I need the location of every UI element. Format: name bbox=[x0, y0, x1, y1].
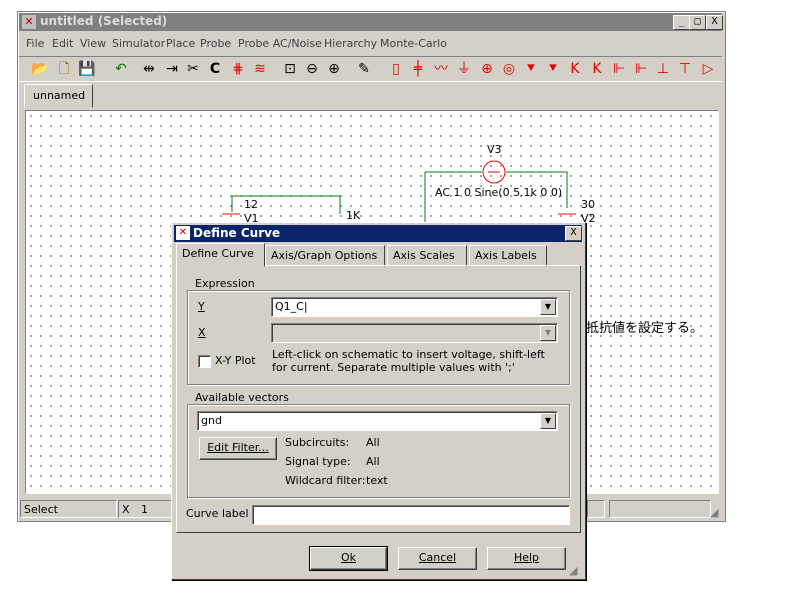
capacitor-icon[interactable]: ╪ bbox=[408, 59, 428, 79]
njfet-icon[interactable]: ⊥ bbox=[653, 59, 673, 79]
toolbar: 📂 🗋 💾 ↶ ⇹ ⇥ ✂ C ⋕ ≋ ⊡ ⊖ ⊕ ✎ ▯ ╪ 〰 ⏚ ⊕ ◎ … bbox=[19, 56, 722, 82]
zener-icon[interactable]: ⯆ bbox=[543, 59, 563, 79]
tab-define-curve[interactable]: Define Curve bbox=[176, 243, 265, 267]
undo-icon[interactable]: ↶ bbox=[111, 59, 131, 79]
dialog-close-button[interactable]: X bbox=[565, 226, 582, 241]
help-button[interactable]: Help bbox=[487, 547, 566, 570]
dialog-title-bar[interactable]: ✕ Define Curve X bbox=[174, 225, 582, 242]
cut-icon[interactable]: ✂ bbox=[183, 59, 203, 79]
resistor-1k-label: 1K bbox=[346, 209, 361, 222]
diode-icon[interactable]: ⯆ bbox=[521, 59, 541, 79]
signal-type-value: All bbox=[366, 455, 380, 468]
close-button[interactable]: X bbox=[706, 15, 723, 30]
edit-filter-button[interactable]: Edit Filter... bbox=[199, 437, 277, 460]
subcircuits-value: All bbox=[366, 436, 380, 449]
wildcard-filter-value: text bbox=[366, 474, 388, 487]
pencil-icon[interactable]: ✎ bbox=[354, 59, 374, 79]
nmos-icon[interactable]: ⊩ bbox=[609, 59, 629, 79]
y-expression-value: Q1_C| bbox=[275, 300, 308, 313]
subcircuits-label: Subcircuits: bbox=[285, 436, 350, 449]
x-label: X bbox=[198, 326, 206, 339]
mirror-icon[interactable]: ⇹ bbox=[139, 59, 159, 79]
menu-bar: File Edit View Simulator Place Probe Pro… bbox=[19, 34, 722, 54]
inductor-icon[interactable]: 〰 bbox=[431, 59, 451, 79]
menu-monte-carlo[interactable]: Monte-Carlo bbox=[380, 37, 447, 50]
status-mode: Select bbox=[20, 500, 117, 518]
pmos-icon[interactable]: ⊩ bbox=[631, 59, 651, 79]
vectors-group-label: Available vectors bbox=[193, 391, 291, 404]
cancel-button[interactable]: Cancel bbox=[398, 547, 477, 570]
wire-icon[interactable]: ⋕ bbox=[228, 59, 248, 79]
minimize-button[interactable]: _ bbox=[673, 15, 690, 30]
pjfet-icon[interactable]: ⊤ bbox=[675, 59, 695, 79]
vectors-selected: gnd bbox=[201, 414, 222, 427]
xy-plot-checkbox[interactable] bbox=[198, 355, 211, 368]
wildcard-filter-label: Wildcard filter: bbox=[285, 474, 366, 487]
main-resize-grip-icon[interactable]: ◢ bbox=[710, 506, 718, 519]
menu-probe-ac-noise[interactable]: Probe AC/Noise bbox=[238, 37, 322, 50]
y-label: Y bbox=[198, 300, 205, 313]
curve-label-input[interactable] bbox=[252, 505, 570, 525]
zoom-in-icon[interactable]: ⊕ bbox=[324, 59, 344, 79]
annotation-text: 抵抗値を設定する。 bbox=[586, 321, 704, 336]
xy-plot-label[interactable]: X-Y Plot bbox=[215, 354, 256, 367]
vectors-combo[interactable]: gnd ▼ bbox=[197, 411, 558, 431]
tab-axis-graph-options[interactable]: Axis/Graph Options bbox=[265, 245, 385, 267]
v3-value: AC 1 0 Sine(0 5.1k 0 0) bbox=[435, 186, 563, 199]
chevron-down-icon[interactable]: ▼ bbox=[540, 325, 556, 341]
signal-type-label: Signal type: bbox=[285, 455, 351, 468]
curve-label-label: Curve label bbox=[186, 507, 249, 520]
menu-place[interactable]: Place bbox=[166, 37, 195, 50]
maximize-button[interactable]: □ bbox=[689, 15, 706, 30]
pnp-icon[interactable]: K bbox=[587, 59, 607, 79]
y-expression-combo[interactable]: Q1_C| ▼ bbox=[271, 297, 558, 317]
vsource-icon[interactable]: ⊕ bbox=[477, 59, 497, 79]
npn-icon[interactable]: K bbox=[565, 59, 585, 79]
node-12-label: 12 bbox=[244, 198, 258, 211]
chevron-down-icon[interactable]: ▼ bbox=[540, 413, 556, 429]
zoom-box-icon[interactable]: ⊡ bbox=[280, 59, 300, 79]
rotate-icon[interactable]: ⇥ bbox=[162, 59, 182, 79]
status-field-4 bbox=[609, 500, 711, 518]
menu-file[interactable]: File bbox=[26, 37, 44, 50]
save-icon[interactable]: 💾 bbox=[77, 59, 97, 79]
dialog-app-icon: ✕ bbox=[176, 226, 190, 240]
status-x: X1 bbox=[118, 500, 176, 518]
menu-simulator[interactable]: Simulator bbox=[112, 37, 165, 50]
ok-button[interactable]: Ok bbox=[309, 546, 388, 571]
chevron-down-icon[interactable]: ▼ bbox=[540, 299, 556, 315]
window-title: untitled (Selected) bbox=[40, 14, 168, 28]
ground-icon[interactable]: ⏚ bbox=[454, 59, 474, 79]
title-bar[interactable]: ✕ untitled (Selected) _ □ X bbox=[19, 13, 723, 31]
bus-icon[interactable]: ≋ bbox=[250, 59, 270, 79]
tab-axis-labels[interactable]: Axis Labels bbox=[469, 245, 547, 267]
menu-edit[interactable]: Edit bbox=[52, 37, 73, 50]
tab-label: unnamed bbox=[33, 89, 86, 102]
expression-group-label: Expression bbox=[193, 277, 257, 290]
dialog-title: Define Curve bbox=[193, 226, 281, 240]
tab-axis-scales[interactable]: Axis Scales bbox=[387, 245, 467, 267]
resize-grip-icon[interactable]: ◢ bbox=[569, 564, 577, 577]
resistor-icon[interactable]: ▯ bbox=[386, 59, 406, 79]
zoom-out-icon[interactable]: ⊖ bbox=[302, 59, 322, 79]
menu-view[interactable]: View bbox=[80, 37, 106, 50]
v3-label: V3 bbox=[487, 143, 502, 156]
status-field-3 bbox=[587, 500, 605, 518]
refresh-icon[interactable]: C bbox=[205, 59, 225, 79]
open-icon[interactable]: 📂 bbox=[30, 59, 50, 79]
node-30-label: 30 bbox=[581, 198, 595, 211]
x-expression-combo[interactable]: ▼ bbox=[271, 323, 558, 343]
new-icon[interactable]: 🗋 bbox=[54, 59, 74, 79]
opamp-icon[interactable]: ▷ bbox=[698, 59, 718, 79]
expression-hint: Left-click on schematic to insert voltag… bbox=[272, 348, 545, 374]
app-icon: ✕ bbox=[22, 15, 36, 29]
menu-hierarchy[interactable]: Hierarchy bbox=[324, 37, 377, 50]
tab-unnamed[interactable]: unnamed bbox=[24, 84, 93, 108]
menu-probe[interactable]: Probe bbox=[200, 37, 231, 50]
isource-icon[interactable]: ◎ bbox=[499, 59, 519, 79]
